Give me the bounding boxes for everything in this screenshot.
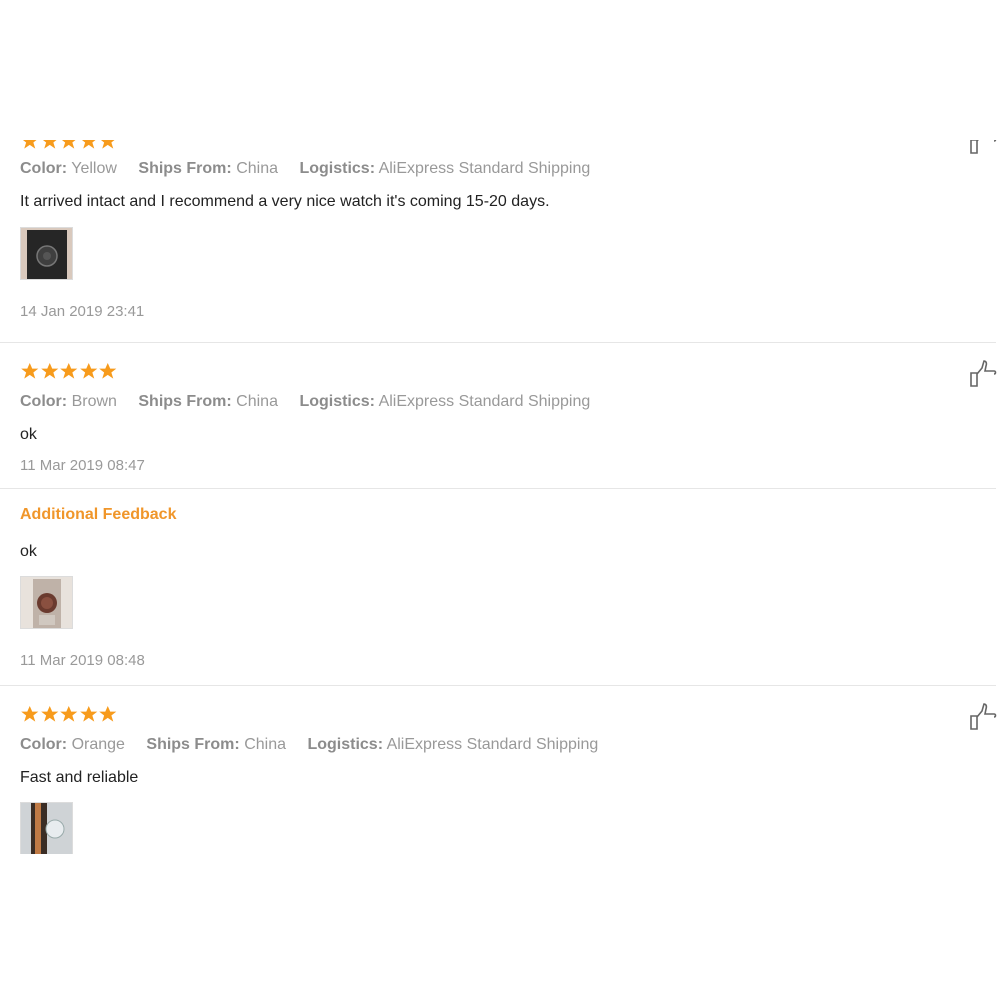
review-date: 11 Mar 2019 08:48 (20, 652, 145, 669)
star-icon (79, 705, 97, 722)
review-meta: Color: Yellow Ships From: China Logistic… (20, 160, 591, 177)
additional-feedback-heading: Additional Feedback (20, 506, 177, 523)
color-value: Orange (71, 736, 125, 753)
divider (0, 685, 996, 686)
star-icon (21, 705, 39, 722)
rating-stars (20, 705, 118, 725)
color-value: Yellow (71, 160, 117, 177)
review-date: 14 Jan 2019 23:41 (20, 303, 145, 320)
review-photo[interactable] (20, 227, 73, 280)
star-icon (22, 140, 37, 149)
ships-from-value: China (236, 393, 278, 410)
logistics-value: AliExpress Standard Shipping (386, 736, 599, 753)
star-icon (61, 140, 76, 149)
star-icon (40, 705, 58, 722)
thumbs-up-icon[interactable] (970, 703, 998, 731)
star-icon (60, 705, 78, 722)
star-icon (40, 362, 58, 379)
review-text: It arrived intact and I recommend a very… (20, 193, 550, 210)
review-photo[interactable] (20, 576, 73, 629)
star-icon (21, 362, 39, 379)
review-meta: Color: Orange Ships From: China Logistic… (20, 736, 599, 753)
star-icon (79, 362, 97, 379)
star-icon (60, 362, 78, 379)
thumbs-up-icon[interactable] (970, 360, 998, 388)
ships-from-value: China (236, 160, 278, 177)
star-icon (42, 140, 57, 149)
divider (0, 488, 996, 489)
thumbs-up-icon[interactable] (970, 140, 998, 155)
review-text: ok (20, 426, 37, 443)
star-icon (99, 362, 117, 379)
reviews-list: Color: Yellow Ships From: China Logistic… (0, 140, 1000, 854)
logistics-value: AliExpress Standard Shipping (378, 393, 591, 410)
star-icon (81, 140, 96, 149)
star-icon (100, 140, 115, 149)
review-meta: Color: Brown Ships From: China Logistics… (20, 393, 591, 410)
rating-stars (20, 362, 118, 382)
rating-stars (20, 140, 118, 152)
additional-feedback-text: ok (20, 543, 37, 560)
review-text: Fast and reliable (20, 769, 139, 786)
star-icon (99, 705, 117, 722)
ships-from-value: China (244, 736, 286, 753)
color-value: Brown (71, 393, 117, 410)
review-photo[interactable] (20, 802, 73, 854)
divider (0, 342, 996, 343)
logistics-value: AliExpress Standard Shipping (378, 160, 591, 177)
review-date: 11 Mar 2019 08:47 (20, 457, 145, 474)
